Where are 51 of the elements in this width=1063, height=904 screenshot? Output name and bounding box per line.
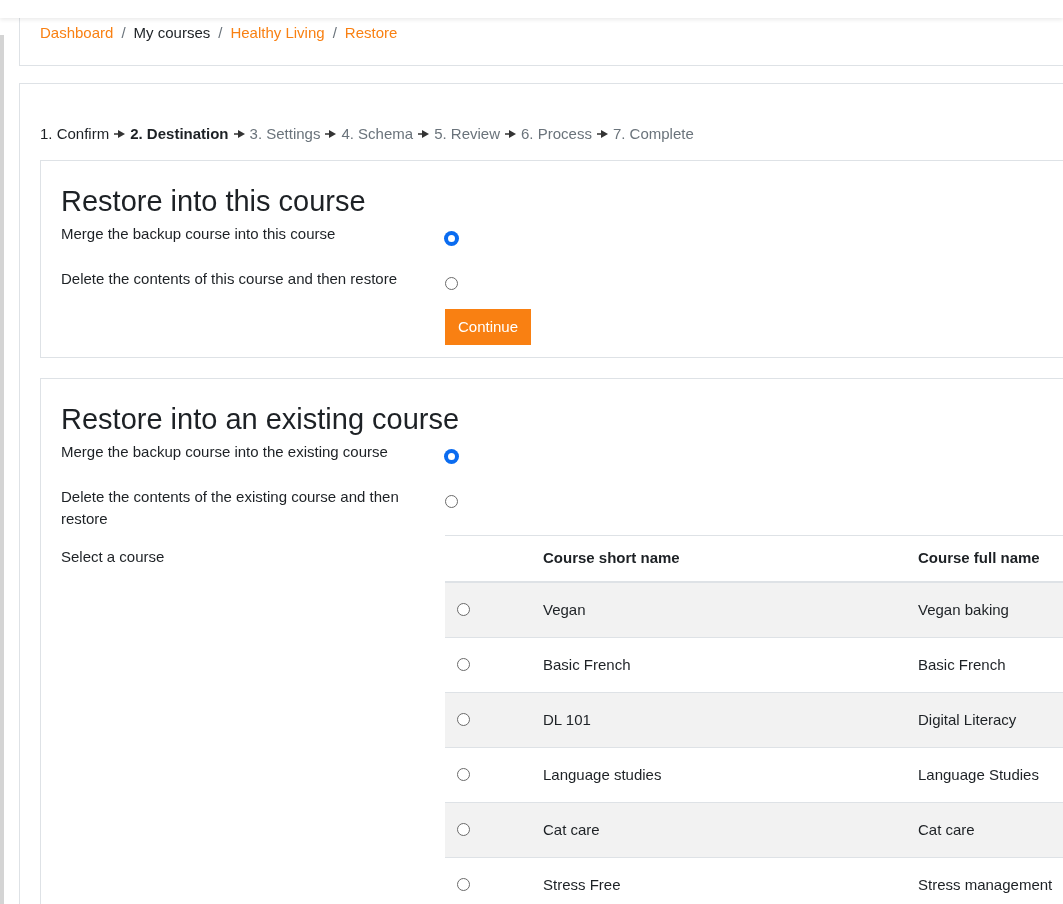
table-row[interactable]: Vegan Vegan baking: [445, 583, 1063, 638]
step-label: 4. Schema: [341, 123, 414, 144]
radio-button[interactable]: [445, 495, 458, 508]
table-cell-text: Basic French: [542, 655, 632, 675]
section-heading: Restore into an existing course: [61, 402, 461, 437]
radio-button[interactable]: [445, 232, 458, 245]
table-cell-text: Vegan: [542, 600, 587, 620]
step-label: 1. Confirm: [40, 123, 110, 144]
radio-button[interactable]: [457, 878, 470, 891]
step-label: 2. Destination: [130, 123, 229, 144]
radio-button[interactable]: [445, 277, 458, 290]
arrow-icon: [418, 130, 430, 138]
table-cell-text: Language Studies: [917, 765, 1039, 785]
table-cell-text: Digital Literacy: [917, 710, 1017, 730]
breadcrumb-separator: /: [218, 23, 223, 43]
table-row[interactable]: Cat care Cat care: [445, 803, 1063, 858]
column-header: Course full name: [917, 548, 1040, 569]
step-label: 3. Settings: [249, 123, 321, 144]
step-label: 7. Complete: [612, 123, 694, 144]
field-label: Select a course: [61, 547, 166, 567]
step-label: 6. Process: [521, 123, 592, 144]
radio-button[interactable]: [457, 658, 470, 671]
table-cell-text: Stress Free: [542, 875, 622, 895]
option-label: Delete the contents of this course and then restore: [61, 269, 399, 289]
section-heading: Restore into this course: [61, 184, 367, 219]
arrow-icon: [596, 130, 608, 138]
breadcrumb-separator: /: [332, 23, 337, 43]
step-label: 5. Review: [434, 123, 500, 144]
option-label: Merge the backup course into the existing course: [61, 442, 389, 462]
table-row[interactable]: DL 101 Digital Literacy: [445, 693, 1063, 748]
breadcrumb-item: My courses: [133, 23, 211, 43]
arrow-icon: [233, 130, 245, 138]
column-header: Course short name: [542, 548, 681, 569]
table-cell-text: Language studies: [542, 765, 663, 785]
radio-button[interactable]: [445, 450, 458, 463]
radio-button[interactable]: [457, 823, 470, 836]
arrow-icon: [505, 130, 516, 138]
table-cell-text: Vegan baking: [917, 600, 1009, 620]
radio-button[interactable]: [457, 713, 470, 726]
option-label: Merge the backup course into this course: [61, 224, 337, 244]
breadcrumb-separator: /: [121, 23, 126, 43]
option-label: Delete the contents of the existing course and then restore: [61, 487, 400, 529]
arrow-icon: [114, 130, 126, 138]
radio-button[interactable]: [457, 768, 470, 781]
table-cell-text: Cat care: [542, 820, 601, 840]
arrow-icon: [325, 130, 337, 138]
table-cell-text: DL 101: [542, 710, 592, 730]
radio-button[interactable]: [457, 603, 470, 616]
table-cell-text: Stress management: [917, 875, 1053, 895]
table-cell-text: Cat care: [917, 820, 975, 840]
table-cell-text: Basic French: [917, 655, 1006, 675]
